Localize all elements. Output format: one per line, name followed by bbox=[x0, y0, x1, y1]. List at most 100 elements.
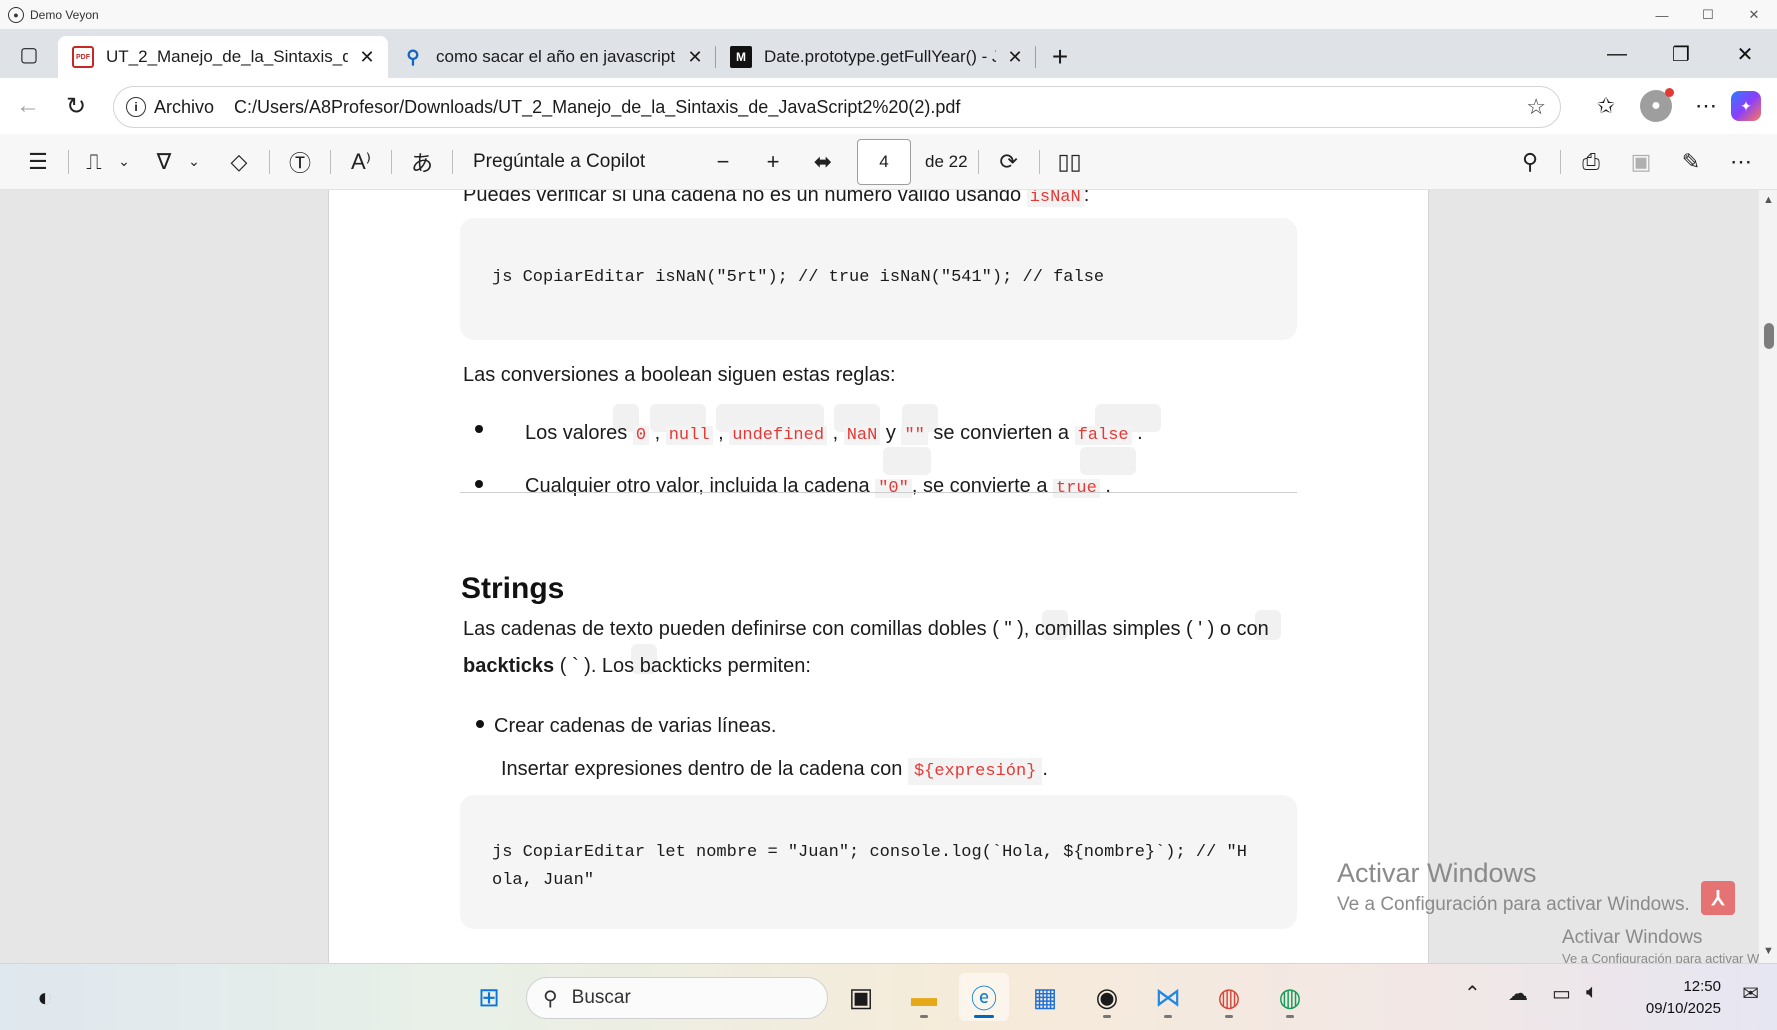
inline-code: "0" bbox=[875, 479, 912, 498]
tab-close-button[interactable]: ✕ bbox=[1004, 47, 1026, 68]
taskbar-search-placeholder: Buscar bbox=[571, 987, 631, 1008]
back-button[interactable]: ← bbox=[8, 86, 48, 126]
pdf-icon: PDF bbox=[72, 46, 94, 68]
weather-icon[interactable]: ◐ bbox=[20, 973, 70, 1021]
zoom-in-icon[interactable]: + bbox=[753, 142, 793, 182]
rule-text: Los valores bbox=[525, 422, 633, 444]
veyon-maximize-button[interactable]: ☐ bbox=[1685, 0, 1731, 30]
onedrive-icon[interactable]: ☁ bbox=[1508, 981, 1528, 1006]
inline-code: isNaN bbox=[1026, 190, 1084, 207]
print-icon[interactable]: ⎙ bbox=[1571, 142, 1611, 182]
notifications-icon[interactable]: ✉ bbox=[1742, 981, 1759, 1006]
taskbar-search[interactable]: ⚲ Buscar bbox=[526, 977, 828, 1019]
save-icon[interactable]: ▣ bbox=[1621, 142, 1661, 182]
draw-icon[interactable]: ∇ bbox=[149, 142, 179, 182]
page-number-input[interactable]: 4 bbox=[857, 138, 911, 185]
tab-title: Date.prototype.getFullYear() - Java bbox=[764, 47, 996, 66]
toolbar-separator bbox=[1038, 149, 1040, 174]
scroll-down-icon[interactable]: ▼ bbox=[1763, 945, 1774, 957]
acrobat-icon[interactable]: ⅄ bbox=[1701, 881, 1735, 915]
search-icon: ⚲ bbox=[406, 46, 420, 67]
code-line: ola, Juan" bbox=[492, 871, 595, 890]
chevron-down-icon[interactable]: ⌄ bbox=[109, 142, 139, 182]
close-button[interactable]: ✕ bbox=[1713, 30, 1777, 78]
eraser-icon[interactable]: ◇ bbox=[219, 142, 259, 182]
fit-width-icon[interactable]: ⬌ bbox=[803, 142, 843, 182]
scrollbar-thumb[interactable] bbox=[1764, 323, 1774, 349]
tab-close-button[interactable]: ✕ bbox=[356, 47, 378, 68]
activation-watermark-title-small: Activar Windows bbox=[1562, 927, 1703, 948]
tab-title: como sacar el año en javascript - bbox=[436, 47, 676, 66]
tab-close-button[interactable]: ✕ bbox=[684, 47, 706, 68]
system-clock[interactable]: 12:50 09/10/2025 bbox=[1646, 976, 1721, 1020]
veyon-close-button[interactable]: ✕ bbox=[1731, 0, 1777, 30]
text-box-icon[interactable]: Ⓣ bbox=[280, 142, 320, 182]
scrollbar[interactable]: ▲ ▼ bbox=[1759, 190, 1777, 963]
running-indicator bbox=[1286, 1015, 1294, 1018]
ask-copilot-button[interactable]: Pregúntale a Copilot bbox=[473, 151, 703, 173]
chrome-icon[interactable]: ◍ bbox=[1204, 973, 1254, 1021]
rotate-icon[interactable]: ⟳ bbox=[989, 142, 1029, 182]
strings-paragraph-line1: Las cadenas de texto pueden definirse co… bbox=[463, 618, 1269, 640]
zoom-out-icon[interactable]: − bbox=[703, 142, 743, 182]
task-view-icon[interactable]: ▣ bbox=[836, 973, 886, 1021]
search-icon[interactable]: ⚲ bbox=[1510, 142, 1550, 182]
code-line: js CopiarEditar let nombre = "Juan"; con… bbox=[492, 843, 1247, 862]
chrome-profile-icon[interactable]: ◍ bbox=[1265, 973, 1315, 1021]
highlight-icon[interactable]: ⎍ bbox=[79, 142, 109, 182]
edge-icon[interactable]: ⓔ bbox=[959, 973, 1009, 1021]
more-options-icon[interactable]: ⋯ bbox=[1721, 142, 1761, 182]
url-text[interactable]: C:/Users/A8Profesor/Downloads/UT_2_Manej… bbox=[234, 97, 960, 118]
vscode-icon[interactable]: ⋈ bbox=[1143, 973, 1193, 1021]
running-indicator bbox=[1225, 1015, 1233, 1018]
site-security-label[interactable]: Archivo bbox=[154, 97, 214, 118]
address-bar[interactable]: i Archivo C:/Users/A8Profesor/Downloads/… bbox=[113, 86, 1561, 128]
ghost-box bbox=[883, 447, 931, 475]
copilot-icon[interactable]: ✦ bbox=[1731, 91, 1761, 121]
veyon-icon[interactable]: ◉ bbox=[1082, 973, 1132, 1021]
tab-mdn[interactable]: M Date.prototype.getFullYear() - Java ✕ bbox=[716, 36, 1036, 78]
read-aloud-icon[interactable]: A⁾ bbox=[341, 142, 381, 182]
code-block: js CopiarEditar let nombre = "Juan"; con… bbox=[460, 795, 1297, 929]
intro-paragraph: Puedes verificar si una cadena no es un … bbox=[463, 190, 1089, 207]
toolbar-separator bbox=[1560, 149, 1561, 174]
volume-icon[interactable]: 🔈︎ bbox=[1586, 981, 1598, 1004]
veyon-minimize-button[interactable]: — bbox=[1639, 0, 1685, 30]
new-tab-button[interactable]: + bbox=[1036, 36, 1084, 78]
translate-icon[interactable]: あ bbox=[402, 142, 442, 182]
save-as-icon[interactable]: ✎ bbox=[1671, 142, 1711, 182]
window-controls: — ❐ ✕ bbox=[1585, 30, 1777, 78]
chevron-down-icon[interactable]: ⌄ bbox=[179, 142, 209, 182]
file-explorer-icon[interactable]: ▬ bbox=[899, 973, 949, 1021]
pdf-viewer[interactable]: Puedes verificar si una cadena no es un … bbox=[0, 190, 1777, 963]
table-of-contents-icon[interactable]: ☰ bbox=[18, 142, 58, 182]
tab-search[interactable]: ⚲ como sacar el año en javascript - ✕ bbox=[388, 36, 716, 78]
favorites-icon[interactable]: ✩ bbox=[1581, 86, 1631, 126]
navigation-bar: ← ↻ i Archivo C:/Users/A8Profesor/Downlo… bbox=[0, 78, 1777, 134]
chevron-up-icon[interactable]: ⌃ bbox=[1464, 981, 1481, 1006]
restore-button[interactable]: ❐ bbox=[1649, 30, 1713, 78]
activation-watermark-title: Activar Windows bbox=[1337, 858, 1537, 888]
pdf-page: Puedes verificar si una cadena no es un … bbox=[328, 190, 1429, 963]
favorite-star-icon[interactable]: ☆ bbox=[1526, 94, 1546, 120]
code-block: js CopiarEditar isNaN("5rt"); // true is… bbox=[460, 218, 1297, 340]
inline-code: ${expresión} bbox=[907, 758, 1043, 785]
page-view-icon[interactable]: ▯▯ bbox=[1050, 142, 1090, 182]
start-windows-icon[interactable]: ⊞ bbox=[464, 973, 514, 1021]
minimize-button[interactable]: — bbox=[1585, 30, 1649, 78]
microsoft-store-icon[interactable]: ▦ bbox=[1020, 973, 1070, 1021]
info-icon[interactable]: i bbox=[126, 97, 146, 117]
veyon-eye-icon: ● bbox=[8, 6, 24, 23]
scroll-up-icon[interactable]: ▲ bbox=[1763, 194, 1774, 206]
tab-actions-button[interactable]: ▢ bbox=[0, 30, 58, 78]
strings-paragraph-line2: backticks ( ` ). Los backticks permiten: bbox=[463, 655, 811, 678]
intro-text: Puedes verificar si una cadena no es un … bbox=[463, 190, 1027, 206]
running-indicator bbox=[974, 1015, 994, 1018]
more-options-icon[interactable]: ⋯ bbox=[1681, 86, 1731, 126]
network-icon[interactable]: ▭ bbox=[1552, 981, 1571, 1006]
tab-pdf[interactable]: PDF UT_2_Manejo_de_la_Sintaxis_de_Ja ✕ bbox=[58, 36, 388, 78]
intro-end: : bbox=[1083, 190, 1090, 206]
boolean-rule-truthy: Cualquier otro valor, incluida la cadena… bbox=[525, 475, 1111, 498]
refresh-button[interactable]: ↻ bbox=[56, 86, 96, 126]
profile-avatar[interactable]: ● bbox=[1640, 88, 1674, 122]
